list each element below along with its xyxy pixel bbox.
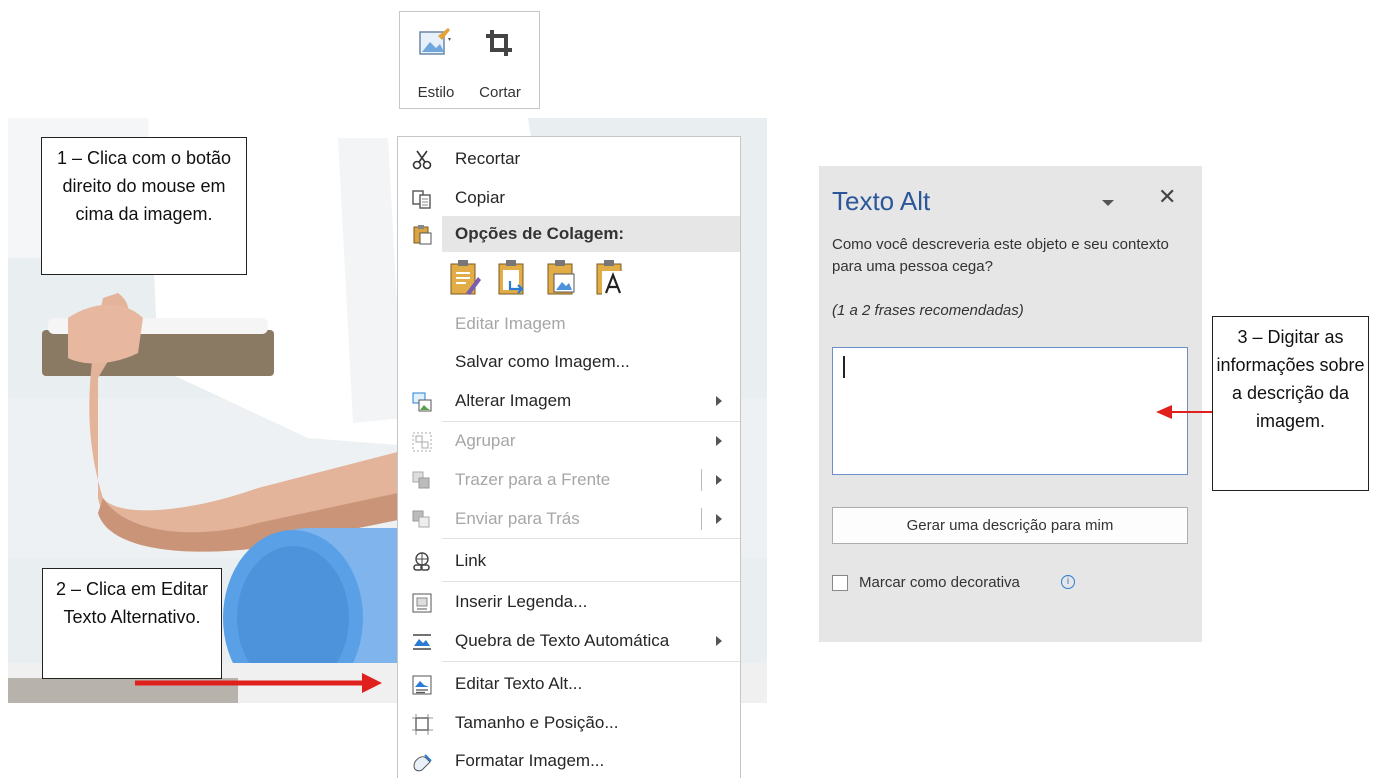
menu-separator <box>442 581 740 582</box>
scissors-icon <box>412 150 432 170</box>
paste-keep-formatting-icon[interactable] <box>448 259 482 297</box>
generate-description-button[interactable]: Gerar uma descrição para mim <box>832 507 1188 544</box>
menu-item-group: Agrupar <box>398 422 740 460</box>
decorative-checkbox[interactable] <box>832 575 848 591</box>
menu-label: Agrupar <box>455 431 516 450</box>
alt-text-hint: (1 a 2 frases recomendadas) <box>832 302 1024 319</box>
submenu-arrow-icon <box>716 396 722 406</box>
size-position-icon <box>412 714 433 735</box>
submenu-arrow-icon <box>716 636 722 646</box>
menu-item-send-backward: Enviar para Trás <box>398 500 740 538</box>
callout-step-1: 1 – Clica com o botão direito do mouse e… <box>41 137 247 275</box>
style-button[interactable]: Estilo <box>406 22 466 102</box>
bring-forward-icon <box>412 471 430 489</box>
menu-label: Trazer para a Frente <box>455 470 611 489</box>
mini-toolbar: Estilo Cortar <box>399 11 540 109</box>
crop-label: Cortar <box>479 84 521 101</box>
wrap-text-icon <box>413 634 431 650</box>
group-icon <box>412 432 432 452</box>
menu-label: Editar Imagem <box>455 314 566 333</box>
menu-label: Copiar <box>455 188 506 207</box>
context-menu: Recortar Copiar Opções de Colagem: Edita… <box>397 136 741 778</box>
split-separator <box>701 508 702 530</box>
menu-item-edit-alt-text[interactable]: Editar Texto Alt... <box>398 665 740 703</box>
menu-item-link[interactable]: Link <box>398 542 740 580</box>
menu-separator <box>442 538 740 539</box>
menu-label: Salvar como Imagem... <box>455 352 630 371</box>
copy-icon <box>412 190 431 209</box>
menu-label: Recortar <box>455 149 521 168</box>
submenu-arrow-icon <box>716 436 722 446</box>
link-icon <box>413 552 430 571</box>
close-icon[interactable]: ✕ <box>1158 184 1176 210</box>
callout-step-3: 3 – Digitar as informações sobre a descr… <box>1212 316 1369 491</box>
menu-label: Opções de Colagem: <box>455 224 625 243</box>
menu-separator <box>442 661 740 662</box>
text-caret <box>843 356 845 378</box>
paste-icon <box>413 225 432 245</box>
send-backward-icon <box>412 510 430 528</box>
menu-label: Formatar Imagem... <box>455 751 605 770</box>
paste-options-header: Opções de Colagem: <box>442 216 740 252</box>
menu-label: Alterar Imagem <box>455 391 572 410</box>
alt-text-input[interactable] <box>832 347 1188 475</box>
menu-item-format-picture[interactable]: Formatar Imagem... <box>398 742 740 780</box>
alt-text-question: Como você descreveria este objeto e seu … <box>832 236 1169 275</box>
change-picture-icon <box>412 392 432 412</box>
menu-item-bring-forward: Trazer para a Frente <box>398 461 740 499</box>
pane-title: Texto Alt <box>832 186 931 216</box>
info-icon[interactable]: i <box>1061 575 1075 589</box>
split-separator <box>701 469 702 491</box>
submenu-arrow-icon[interactable] <box>716 475 722 485</box>
paste-text-only-icon[interactable] <box>594 259 628 297</box>
picture-style-icon <box>419 28 451 55</box>
menu-item-edit-picture: Editar Imagem <box>398 305 740 343</box>
menu-label: Enviar para Trás <box>455 509 580 528</box>
menu-item-save-as-picture[interactable]: Salvar como Imagem... <box>398 343 740 381</box>
caption-icon <box>412 593 432 613</box>
menu-item-change-picture[interactable]: Alterar Imagem <box>398 382 740 420</box>
menu-label: Link <box>455 551 487 570</box>
crop-icon <box>486 30 512 56</box>
alt-text-icon <box>412 675 432 695</box>
callout-step-2: 2 – Clica em Editar Texto Alternativo. <box>42 568 222 679</box>
menu-item-size-position[interactable]: Tamanho e Posição... <box>398 704 740 742</box>
pane-options-dropdown-icon[interactable] <box>1102 200 1114 206</box>
menu-item-wrap-text[interactable]: Quebra de Texto Automática <box>398 622 740 660</box>
crop-button[interactable]: Cortar <box>470 22 530 102</box>
menu-item-copy[interactable]: Copiar <box>398 179 740 217</box>
style-label: Estilo <box>417 84 455 101</box>
decorative-label: Marcar como decorativa <box>859 574 1020 591</box>
menu-label: Tamanho e Posição... <box>455 713 619 732</box>
menu-label: Inserir Legenda... <box>455 592 588 611</box>
menu-item-cut[interactable]: Recortar <box>398 140 740 178</box>
paste-merge-icon[interactable] <box>496 259 530 297</box>
paste-picture-icon[interactable] <box>545 259 579 297</box>
alt-text-pane: Texto Alt ✕ Como você descreveria este o… <box>819 166 1202 642</box>
menu-label: Editar Texto Alt... <box>455 674 583 693</box>
submenu-arrow-icon[interactable] <box>716 514 722 524</box>
menu-label: Quebra de Texto Automática <box>455 631 670 650</box>
menu-item-insert-caption[interactable]: Inserir Legenda... <box>398 583 740 621</box>
format-picture-icon <box>413 754 432 772</box>
